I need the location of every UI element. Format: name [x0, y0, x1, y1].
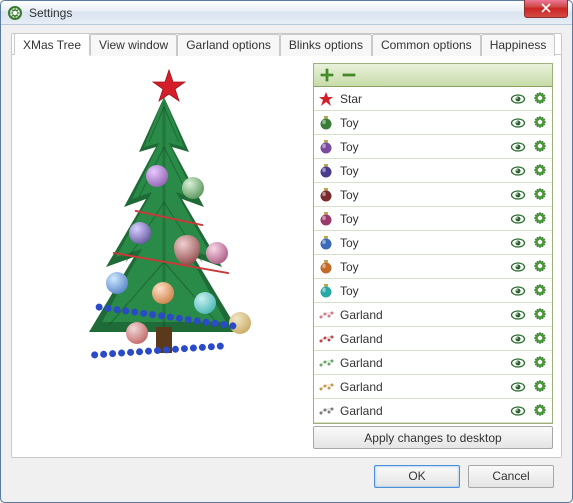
visibility-toggle-icon[interactable]: [510, 403, 526, 419]
visibility-toggle-icon[interactable]: [510, 115, 526, 131]
bauble-icon: [318, 283, 334, 299]
tree-toy-icon: [106, 272, 128, 294]
garland-icon: [318, 403, 334, 419]
remove-button[interactable]: [340, 66, 358, 84]
garland-icon: [318, 379, 334, 395]
tab-blinks-options[interactable]: Blinks options: [280, 34, 372, 56]
add-button[interactable]: [318, 66, 336, 84]
tree-toy-icon: [182, 177, 204, 199]
bauble-icon: [318, 259, 334, 275]
star-icon: [318, 91, 334, 107]
apply-changes-button[interactable]: Apply changes to desktop: [313, 426, 553, 449]
garland-icon: [318, 307, 334, 323]
visibility-toggle-icon[interactable]: [510, 283, 526, 299]
visibility-toggle-icon[interactable]: [510, 379, 526, 395]
item-settings-icon[interactable]: [532, 283, 548, 299]
ornament-list[interactable]: Star Toy Toy Toy Toy Toy Toy Toy Toy Garland Garla…: [313, 87, 553, 424]
list-item-label: Garland: [340, 404, 504, 418]
item-settings-icon[interactable]: [532, 403, 548, 419]
list-item[interactable]: Garland: [314, 327, 552, 351]
item-settings-icon[interactable]: [532, 307, 548, 323]
cancel-button[interactable]: Cancel: [468, 465, 554, 488]
tab-xmas-tree[interactable]: XMas Tree: [14, 33, 90, 55]
bauble-icon: [318, 115, 334, 131]
list-item[interactable]: Toy: [314, 279, 552, 303]
list-toolbar: [313, 63, 553, 87]
tree-star-icon: [152, 69, 186, 106]
list-item[interactable]: Garland: [314, 399, 552, 423]
list-item[interactable]: Toy: [314, 255, 552, 279]
item-settings-icon[interactable]: [532, 91, 548, 107]
visibility-toggle-icon[interactable]: [510, 331, 526, 347]
item-settings-icon[interactable]: [532, 187, 548, 203]
list-item[interactable]: Toy: [314, 207, 552, 231]
tab-view-window[interactable]: View window: [90, 34, 177, 56]
tree-toy-icon: [126, 322, 148, 344]
item-settings-icon[interactable]: [532, 235, 548, 251]
list-item-label: Garland: [340, 356, 504, 370]
visibility-toggle-icon[interactable]: [510, 139, 526, 155]
list-item-label: Toy: [340, 260, 504, 274]
visibility-toggle-icon[interactable]: [510, 307, 526, 323]
item-settings-icon[interactable]: [532, 331, 548, 347]
item-settings-icon[interactable]: [532, 115, 548, 131]
item-settings-icon[interactable]: [532, 355, 548, 371]
tree-toy-icon: [146, 165, 168, 187]
tab-happiness[interactable]: Happiness: [481, 34, 556, 56]
garland-icon: [318, 331, 334, 347]
tree-toy-icon: [194, 292, 216, 314]
list-item-label: Toy: [340, 164, 504, 178]
bauble-icon: [318, 139, 334, 155]
list-item-label: Garland: [340, 380, 504, 394]
visibility-toggle-icon[interactable]: [510, 163, 526, 179]
list-item[interactable]: Garland: [314, 351, 552, 375]
visibility-toggle-icon[interactable]: [510, 235, 526, 251]
list-item[interactable]: Garland: [314, 375, 552, 399]
list-item-label: Toy: [340, 284, 504, 298]
item-settings-icon[interactable]: [532, 163, 548, 179]
list-item-label: Toy: [340, 212, 504, 226]
list-item-label: Toy: [340, 116, 504, 130]
visibility-toggle-icon[interactable]: [510, 259, 526, 275]
tree-toy-icon: [152, 282, 174, 304]
list-item[interactable]: Toy: [314, 159, 552, 183]
item-settings-icon[interactable]: [532, 211, 548, 227]
item-settings-icon[interactable]: [532, 139, 548, 155]
list-item-label: Toy: [340, 140, 504, 154]
list-item[interactable]: Toy: [314, 231, 552, 255]
ok-button[interactable]: OK: [374, 465, 460, 488]
list-item-label: Garland: [340, 308, 504, 322]
close-button[interactable]: [524, 0, 568, 18]
visibility-toggle-icon[interactable]: [510, 91, 526, 107]
visibility-toggle-icon[interactable]: [510, 187, 526, 203]
bauble-icon: [318, 187, 334, 203]
item-settings-icon[interactable]: [532, 379, 548, 395]
garland-icon: [318, 355, 334, 371]
tree-toy-icon: [206, 242, 228, 264]
list-item[interactable]: Toy: [314, 111, 552, 135]
app-icon: [7, 5, 23, 21]
bauble-icon: [318, 211, 334, 227]
window-title: Settings: [29, 6, 524, 20]
titlebar: Settings: [1, 1, 572, 25]
visibility-toggle-icon[interactable]: [510, 355, 526, 371]
tree-preview: [20, 63, 307, 449]
tab-common-options[interactable]: Common options: [372, 34, 481, 56]
tabstrip: XMas TreeView windowGarland optionsBlink…: [14, 33, 561, 55]
bauble-icon: [318, 235, 334, 251]
visibility-toggle-icon[interactable]: [510, 211, 526, 227]
list-item-label: Star: [340, 92, 504, 106]
list-item-label: Toy: [340, 188, 504, 202]
list-item-label: Toy: [340, 236, 504, 250]
bauble-icon: [318, 163, 334, 179]
list-item[interactable]: Star: [314, 87, 552, 111]
list-item-label: Garland: [340, 332, 504, 346]
list-item[interactable]: Toy: [314, 183, 552, 207]
list-item[interactable]: Toy: [314, 135, 552, 159]
item-settings-icon[interactable]: [532, 259, 548, 275]
list-item[interactable]: Garland: [314, 303, 552, 327]
tab-garland-options[interactable]: Garland options: [177, 34, 280, 56]
tree-toy-icon: [129, 222, 151, 244]
